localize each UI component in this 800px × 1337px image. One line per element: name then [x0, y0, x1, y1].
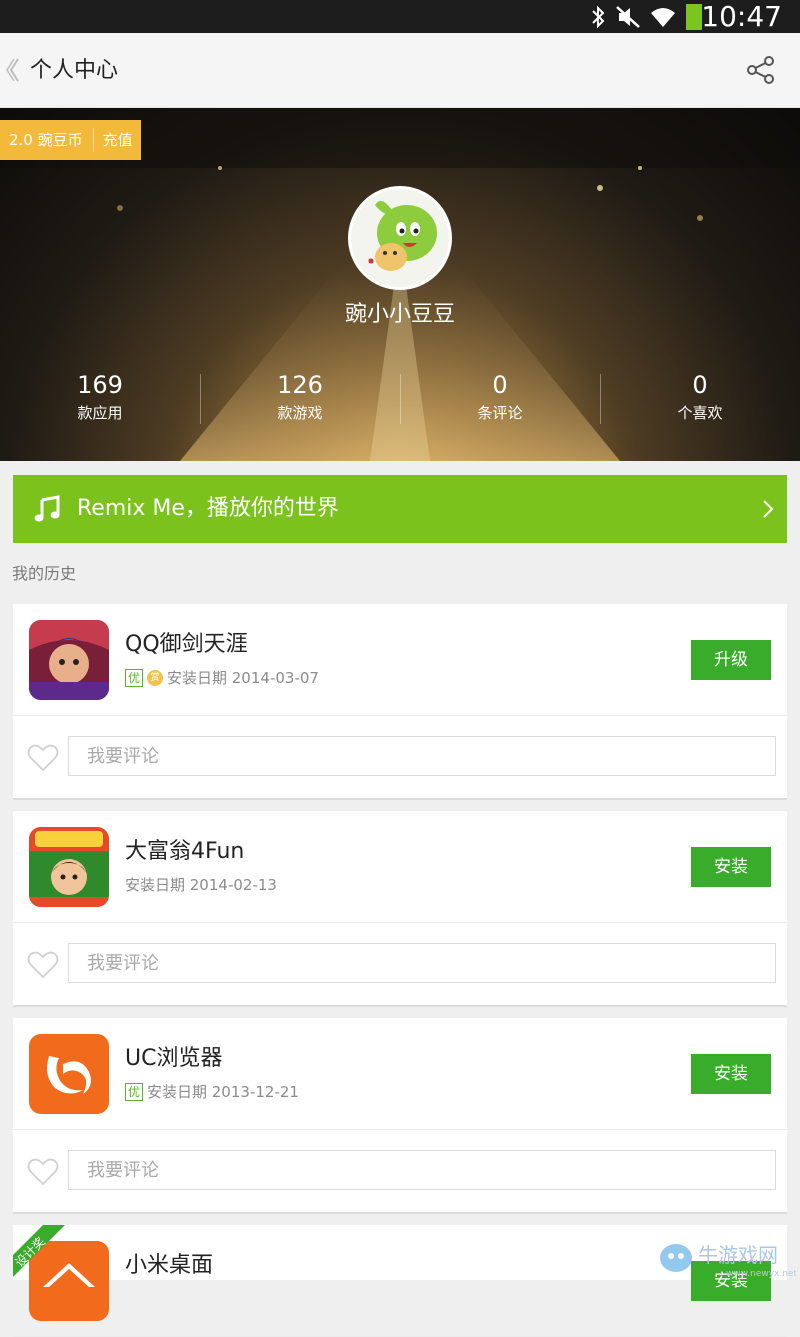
chevron-right-icon: [763, 500, 774, 518]
app-name: UC浏览器: [125, 1046, 223, 1071]
stat-value: 0: [492, 371, 508, 399]
coin-balance: 2.0 豌豆币 充值: [0, 120, 141, 160]
quality-badge: 优: [125, 1083, 143, 1101]
status-icons: [590, 4, 702, 30]
status-time: 10:47: [701, 0, 782, 33]
install-date: 安装日期 2014-03-07: [167, 669, 319, 687]
stat-value: 0: [692, 371, 708, 399]
stat-likes[interactable]: 0 个喜欢: [600, 370, 800, 430]
app-row[interactable]: 大富翁4Fun 安装日期 2014-02-13 安装: [13, 811, 787, 923]
install-date: 安装日期 2013-12-21: [147, 1083, 299, 1101]
profile-header: 2.0 豌豆币 充值 豌小小豆豆 169 款应用 126 款游戏 0 条评论 0…: [0, 108, 800, 461]
stat-comments[interactable]: 0 条评论: [400, 370, 600, 430]
page-title[interactable]: 个人中心: [30, 33, 118, 108]
app-name: QQ御剑天涯: [125, 632, 248, 657]
back-icon[interactable]: [6, 55, 22, 85]
bluetooth-icon: [592, 5, 605, 29]
comment-row: [13, 1130, 787, 1212]
avatar[interactable]: [348, 186, 452, 290]
stat-label: 条评论: [477, 404, 523, 422]
design-award-ribbon: 设计奖: [13, 1225, 69, 1281]
app-row[interactable]: UC浏览器 优 安装日期 2013-12-21 安装: [13, 1018, 787, 1130]
heart-icon[interactable]: [27, 951, 59, 979]
profile-stats: 169 款应用 126 款游戏 0 条评论 0 个喜欢: [0, 370, 800, 430]
comment-row: [13, 716, 787, 798]
watermark-text: 牛游戏网: [698, 1243, 778, 1267]
topup-button[interactable]: 充值: [94, 128, 141, 152]
app-meta: 安装日期 2014-02-13: [125, 875, 277, 895]
install-date: 安装日期 2014-02-13: [125, 876, 277, 894]
app-name: 小米桌面: [125, 1253, 214, 1278]
heart-icon[interactable]: [27, 744, 59, 772]
username: 豌小小豆豆: [344, 302, 455, 327]
comment-row: [13, 923, 787, 1005]
stat-games[interactable]: 126 款游戏: [200, 370, 400, 430]
history-card: QQ御剑天涯 优 赏 安装日期 2014-03-07 升级: [13, 604, 787, 800]
history-card: 大富翁4Fun 安装日期 2014-02-13 安装: [13, 811, 787, 1007]
music-note-icon: [34, 495, 60, 522]
battery-icon: [686, 4, 702, 30]
watermark-logo: 牛游戏网 www.newyx.net: [656, 1234, 797, 1279]
app-bar: 个人中心: [0, 33, 800, 108]
stat-value: 126: [277, 371, 323, 399]
install-button[interactable]: 安装: [691, 847, 771, 887]
app-icon-qq-yujian: [29, 620, 109, 700]
app-row[interactable]: QQ御剑天涯 优 赏 安装日期 2014-03-07 升级: [13, 604, 787, 716]
reward-badge: 赏: [147, 670, 163, 686]
app-icon-dafuweng: [29, 827, 109, 907]
app-icon-uc-browser: [29, 1034, 109, 1114]
comment-input[interactable]: [68, 943, 776, 983]
install-button[interactable]: 安装: [691, 1054, 771, 1094]
stat-value: 169: [77, 371, 123, 399]
heart-icon[interactable]: [27, 1158, 59, 1186]
stat-label: 款游戏: [277, 404, 323, 422]
stat-label: 个喜欢: [677, 404, 723, 422]
history-section-title: 我的历史: [12, 564, 77, 583]
stat-label: 款应用: [77, 404, 123, 422]
status-bar: 10:47: [0, 0, 800, 33]
mute-icon: [616, 6, 640, 28]
wifi-icon: [651, 8, 675, 27]
app-meta: 优 赏 安装日期 2014-03-07: [125, 668, 319, 688]
upgrade-button[interactable]: 升级: [691, 640, 771, 680]
remix-banner[interactable]: Remix Me，播放你的世界: [13, 475, 787, 543]
stat-apps[interactable]: 169 款应用: [0, 370, 200, 430]
history-card: UC浏览器 优 安装日期 2013-12-21 安装: [13, 1018, 787, 1214]
share-icon[interactable]: [746, 55, 776, 85]
coin-amount: 2.0 豌豆币: [0, 128, 94, 152]
app-meta: 优 安装日期 2013-12-21: [125, 1082, 299, 1102]
app-name: 大富翁4Fun: [125, 839, 245, 864]
quality-badge: 优: [125, 669, 143, 687]
comment-input[interactable]: [68, 1150, 776, 1190]
remix-label: Remix Me，播放你的世界: [77, 496, 339, 521]
comment-input[interactable]: [68, 736, 776, 776]
watermark-url: www.newyx.net: [726, 1269, 796, 1278]
